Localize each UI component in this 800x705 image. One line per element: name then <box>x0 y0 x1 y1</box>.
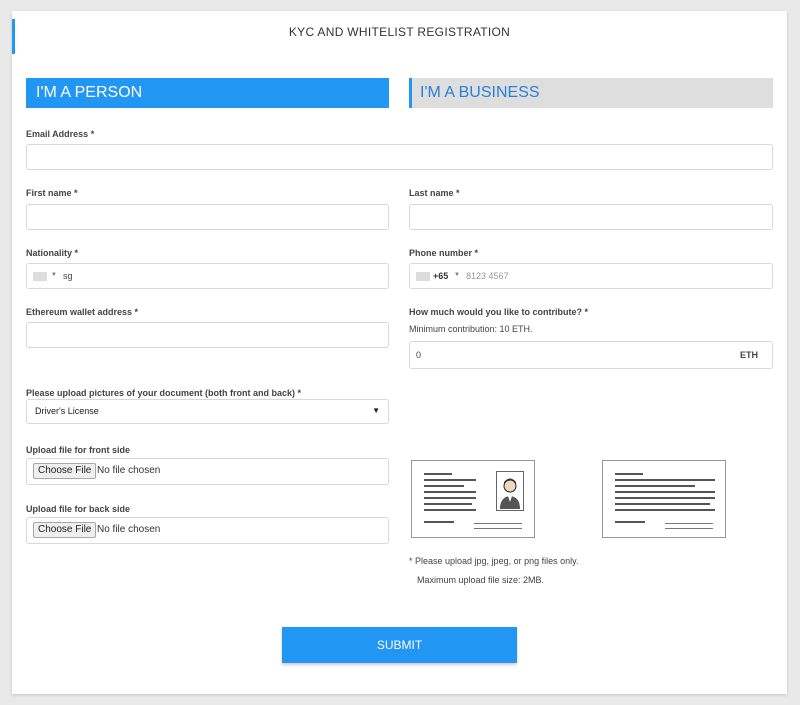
flag-icon[interactable] <box>416 272 430 281</box>
first-name-label: First name * <box>26 188 78 198</box>
front-file-status: No file chosen <box>97 465 161 476</box>
caret-down-icon[interactable]: ▼ <box>51 272 57 278</box>
email-label: Email Address * <box>26 129 95 139</box>
contribution-minimum-note: Minimum contribution: 10 ETH. <box>409 324 533 334</box>
id-card-back-icon <box>602 460 726 538</box>
person-photo-icon <box>496 471 524 511</box>
email-field[interactable] <box>26 144 773 170</box>
last-name-field[interactable] <box>409 204 773 230</box>
page-title: KYC AND WHITELIST REGISTRATION <box>288 25 511 39</box>
contribution-field[interactable]: 0 ETH <box>409 341 773 369</box>
phone-country-code: +65 <box>433 271 449 281</box>
upload-format-note: * Please upload jpg, jpeg, or png files … <box>409 556 579 566</box>
phone-placeholder: 8123 4567 <box>466 271 509 281</box>
back-upload-label: Upload file for back side <box>26 504 131 514</box>
submit-button[interactable]: SUBMIT <box>282 627 517 663</box>
wallet-field[interactable] <box>26 322 389 348</box>
id-card-front-icon <box>411 460 535 538</box>
phone-label: Phone number * <box>409 248 479 258</box>
back-choose-file-button[interactable]: Choose File <box>33 522 97 538</box>
contribution-label: How much would you like to contribute? * <box>409 307 589 317</box>
flag-icon[interactable] <box>33 272 47 281</box>
tab-business[interactable]: I'M A BUSINESS <box>409 78 773 108</box>
last-name-label: Last name * <box>409 188 460 198</box>
wallet-label: Ethereum wallet address * <box>26 307 139 317</box>
nationality-label: Nationality * <box>26 248 79 258</box>
first-name-field[interactable] <box>26 204 389 230</box>
caret-down-icon[interactable]: ▼ <box>454 272 460 278</box>
back-upload-field: Choose File No file chosen <box>26 517 389 544</box>
document-type-select[interactable]: Driver's License ▼ <box>26 399 389 424</box>
nationality-field[interactable]: ▼ sg <box>26 263 389 289</box>
upload-size-note: Maximum upload file size: 2MB. <box>417 575 545 585</box>
caret-down-icon[interactable]: ▼ <box>372 406 380 415</box>
phone-field[interactable]: +65 ▼ 8123 4567 <box>409 263 773 289</box>
tab-person[interactable]: I'M A PERSON <box>26 78 389 108</box>
front-upload-field: Choose File No file chosen <box>26 458 389 485</box>
back-file-status: No file chosen <box>97 524 161 535</box>
front-upload-label: Upload file for front side <box>26 445 131 455</box>
document-type-value: Driver's License <box>35 406 99 416</box>
nationality-value: sg <box>63 271 73 281</box>
contribution-unit: ETH <box>740 350 758 360</box>
front-choose-file-button[interactable]: Choose File <box>33 463 97 479</box>
registration-card: KYC AND WHITELIST REGISTRATION I'M A PER… <box>12 11 787 694</box>
contribution-value: 0 <box>416 350 422 360</box>
document-type-label: Please upload pictures of your document … <box>26 388 302 398</box>
